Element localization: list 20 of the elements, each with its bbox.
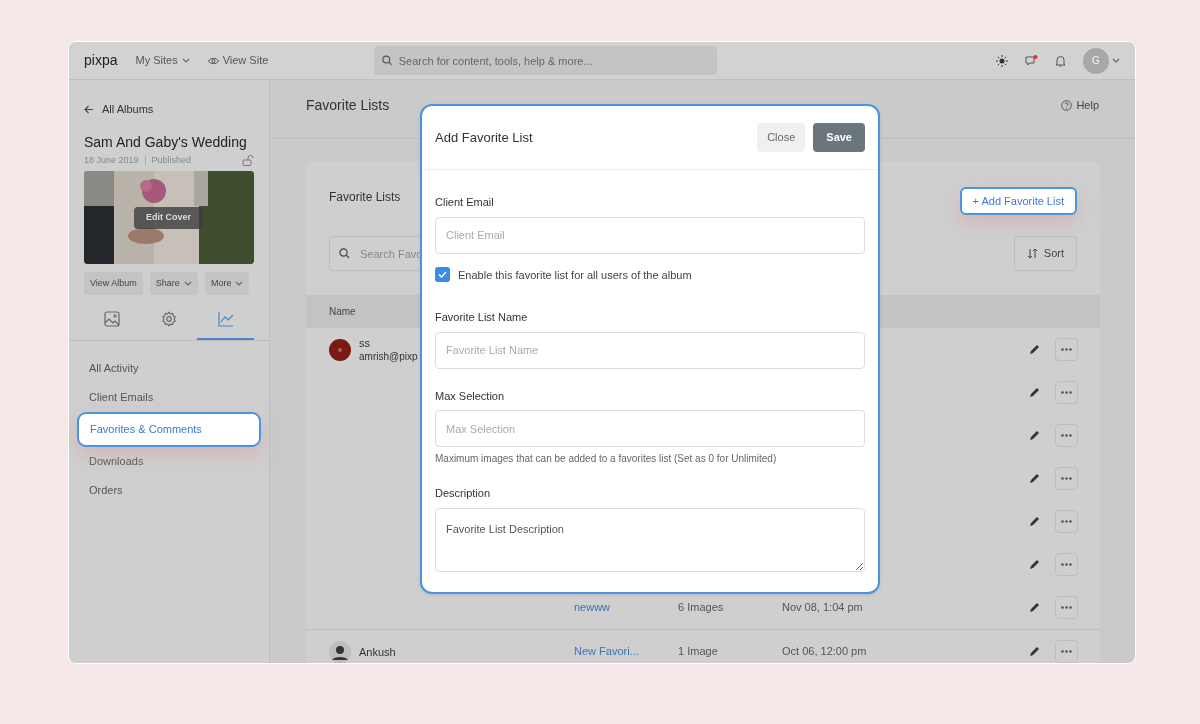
image-count: 6 Images [678,600,725,616]
field-hint: Maximum images that can be added to a favorites list (Set as 0 for Unlimited) [435,452,778,466]
image-count: 1 Image [678,644,719,660]
date-cell-text: Nov 08, 1:04 pm [782,600,863,616]
checkbox-label: Enable this favorite list for all users of the album [458,267,692,283]
album-title: Sam And Gaby's Wedding [84,132,248,152]
client-email: amrish@pixp [359,349,418,364]
album-status: Published [151,153,192,167]
album-date: 18 June 2019 [84,153,139,167]
field-label: Favorite List Name [435,310,529,325]
field-label: Max Selection [435,388,506,404]
field-label: Client Email [435,195,495,210]
date-cell-text: Oct 06, 12:00 pm [782,644,867,660]
column-header: Name [329,305,356,319]
dialog-title: Add Favorite List [435,128,533,147]
client-name: Ankush [359,644,396,659]
client-name: ss [359,335,371,350]
card-title: Favorite Lists [329,189,401,206]
page-title: Favorite Lists [306,95,390,115]
field-label: Description [435,486,492,501]
